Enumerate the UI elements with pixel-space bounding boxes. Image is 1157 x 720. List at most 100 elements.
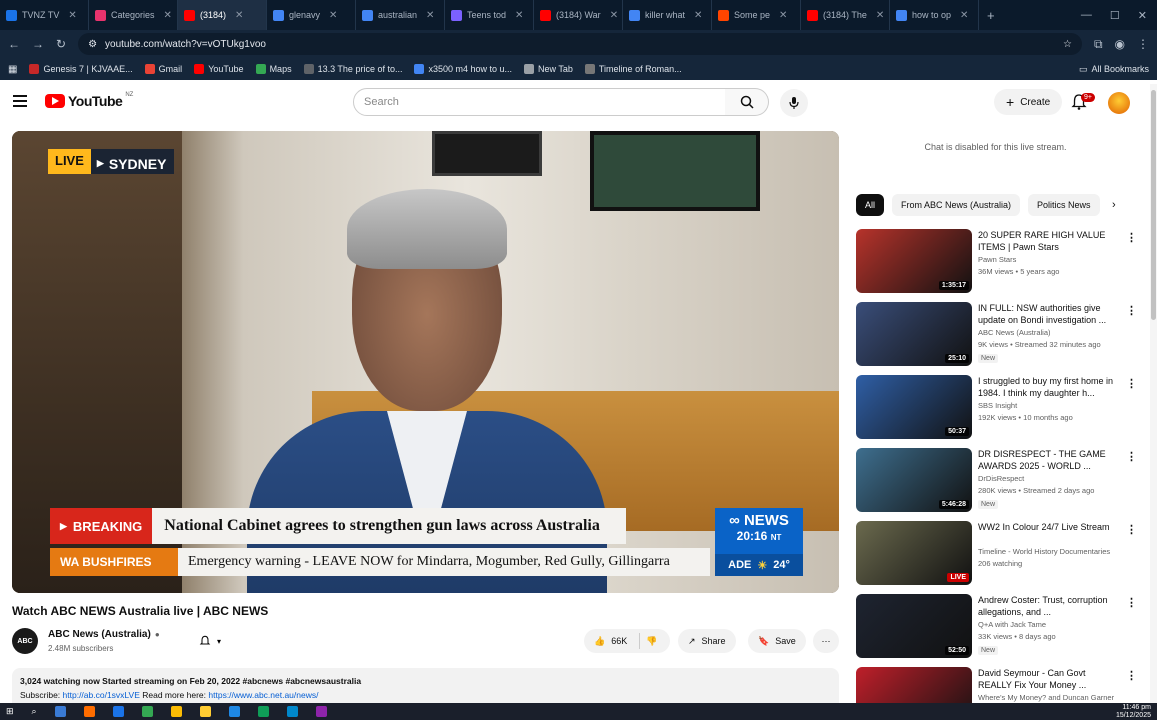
browser-tab[interactable]: TVNZ TV ✕ [0,0,89,30]
back-icon[interactable]: ← [8,37,20,51]
tab-close-icon[interactable]: ✕ [779,10,787,21]
taskbar-app-icon[interactable] [257,706,269,717]
rec-title[interactable]: I struggled to buy my first home in 1984… [978,375,1120,399]
taskbar-app-icon[interactable] [199,706,211,717]
browser-tab[interactable]: how to op ✕ [890,0,979,30]
rec-title[interactable]: IN FULL: NSW authorities give update on … [978,302,1120,326]
more-vertical-icon[interactable]: ⋮ [1126,377,1137,390]
scrollbar-thumb[interactable] [1151,90,1156,320]
rec-channel[interactable]: Timeline - World History Documentaries [978,547,1110,556]
taskbar-app-icon[interactable] [83,706,95,717]
filter-chip[interactable]: From ABC News (Australia) [892,194,1021,216]
read-more-link[interactable]: https://www.abc.net.au/news/ [208,690,318,700]
browser-tab[interactable]: (3184) ✕ [178,0,267,30]
site-info-icon[interactable]: ⚙ [88,39,97,50]
taskbar-app-icon[interactable] [286,706,298,717]
forward-icon[interactable]: → [32,37,44,51]
rec-title[interactable]: DR DISRESPECT - THE GAME AWARDS 2025 - W… [978,448,1120,472]
rec-title[interactable]: 20 SUPER RARE HIGH VALUE ITEMS | Pawn St… [978,229,1120,253]
browser-tab[interactable]: Some pe ✕ [712,0,801,30]
youtube-logo[interactable]: YouTube NZ [45,92,133,109]
recommended-video[interactable]: 25:10 IN FULL: NSW authorities give updat… [856,302,1137,368]
more-vertical-icon[interactable]: ⋮ [1126,231,1137,244]
tab-close-icon[interactable]: ✕ [426,10,434,21]
more-vertical-icon[interactable]: ⋮ [1126,304,1137,317]
taskbar-app-icon[interactable] [170,706,182,717]
bookmark-item[interactable]: Genesis 7 | KJVAAE... [29,64,133,74]
rec-title[interactable]: Andrew Coster: Trust, corruption allegat… [978,594,1120,618]
recommended-video[interactable]: 50:37 I struggled to buy my first home in… [856,375,1137,441]
recommended-video[interactable]: 1:35:17 20 SUPER RARE HIGH VALUE ITEMS | … [856,229,1137,295]
tab-close-icon[interactable]: ✕ [329,10,337,21]
save-button[interactable]: 🔖 Save [748,629,806,653]
video-thumbnail[interactable]: 1:35:17 [856,229,972,293]
recommended-video[interactable]: LIVE WW2 In Colour 24/7 Live Stream Timeli… [856,521,1137,587]
channel-name-row[interactable]: ABC News (Australia) ● [48,629,160,640]
create-button[interactable]: + Create [994,89,1063,115]
bookmark-item[interactable]: Gmail [144,64,182,74]
apps-grid-icon[interactable]: ▦ [8,64,17,75]
channel-avatar[interactable]: ABC [12,628,38,654]
rec-title[interactable]: David Seymour - Can Govt REALLY Fix Your… [978,667,1120,691]
tab-close-icon[interactable]: ✕ [960,10,968,21]
thumbs-down-icon[interactable]: 👎 [646,636,657,647]
rec-title[interactable]: WW2 In Colour 24/7 Live Stream [978,521,1120,533]
browser-tab[interactable]: (3184) The ✕ [801,0,890,30]
filter-chip[interactable]: All [856,194,885,216]
taskbar-app-icon[interactable] [112,706,124,717]
browser-tab[interactable]: glenavy ✕ [267,0,356,30]
new-tab-icon[interactable]: + [979,8,1003,23]
video-thumbnail[interactable]: 50:37 [856,375,972,439]
reload-icon[interactable]: ↻ [56,37,66,51]
filter-chip[interactable]: Politics News [1028,194,1100,216]
subscribe-link[interactable]: http://ab.co/1svxLVE [63,690,140,700]
search-button[interactable] [725,88,769,116]
recommended-video[interactable]: 5:46:28 DR DISRESPECT - THE GAME AWARDS 2… [856,448,1137,514]
like-count[interactable]: 66K [611,636,627,646]
tab-close-icon[interactable]: ✕ [876,10,884,21]
windows-start-icon[interactable]: ⊞ [6,706,14,717]
video-thumbnail[interactable]: 25:10 [856,302,972,366]
browser-tab[interactable]: australian ✕ [356,0,445,30]
video-thumbnail[interactable]: LIVE [856,521,972,585]
taskbar-search-icon[interactable]: ⌕ [32,706,37,717]
minimize-icon[interactable]: — [1081,9,1092,22]
extensions-icon[interactable]: ⧉ [1094,37,1103,52]
taskbar-app-icon[interactable] [315,706,327,717]
rec-channel[interactable]: Q+A with Jack Tame [978,620,1046,629]
taskbar-app-icon[interactable] [141,706,153,717]
tab-close-icon[interactable]: ✕ [235,10,243,21]
search-input[interactable]: Search [353,88,726,116]
more-actions-button[interactable]: ⋯ [813,629,839,653]
browser-tab[interactable]: (3184) War ✕ [534,0,623,30]
video-player[interactable]: LIVE ▶ SYDNEY ▶ BREAKING National Cabinet … [12,131,839,593]
bookmark-item[interactable]: New Tab [524,64,573,74]
bookmark-item[interactable]: Maps [255,64,292,74]
more-vertical-icon[interactable]: ⋮ [1126,450,1137,463]
url-field[interactable]: ⚙ youtube.com/watch?v=vOTUkg1voo ☆ [78,33,1082,55]
bookmark-item[interactable]: YouTube [194,64,244,74]
share-button[interactable]: ↗ Share [678,629,736,653]
maximize-icon[interactable]: ☐ [1110,9,1120,22]
browser-menu-icon[interactable]: ⋮ [1137,37,1149,51]
thumbs-up-icon[interactable]: 👍 [594,636,605,647]
browser-tab[interactable]: Teens tod ✕ [445,0,534,30]
profile-icon[interactable]: ◉ [1115,37,1125,51]
video-thumbnail[interactable] [856,667,972,707]
taskbar-app-icon[interactable] [54,706,66,717]
rec-channel[interactable]: Pawn Stars [978,255,1016,264]
video-thumbnail[interactable]: 52:50 [856,594,972,658]
chevron-right-icon[interactable]: › [1112,199,1116,211]
tab-close-icon[interactable]: ✕ [515,10,523,21]
bookmark-star-icon[interactable]: ☆ [1063,39,1072,50]
more-vertical-icon[interactable]: ⋮ [1126,669,1136,682]
all-bookmarks[interactable]: ▭ All Bookmarks [1079,64,1149,75]
bookmark-item[interactable]: Timeline of Roman... [584,64,682,74]
video-thumbnail[interactable]: 5:46:28 [856,448,972,512]
channel-name[interactable]: ABC News (Australia) [48,629,151,640]
close-window-icon[interactable]: ✕ [1138,9,1147,22]
browser-tab[interactable]: killer what ✕ [623,0,712,30]
recommended-video[interactable]: 52:50 Andrew Coster: Trust, corruption al… [856,594,1137,660]
hamburger-menu-icon[interactable] [13,95,27,107]
tab-close-icon[interactable]: ✕ [694,10,702,21]
